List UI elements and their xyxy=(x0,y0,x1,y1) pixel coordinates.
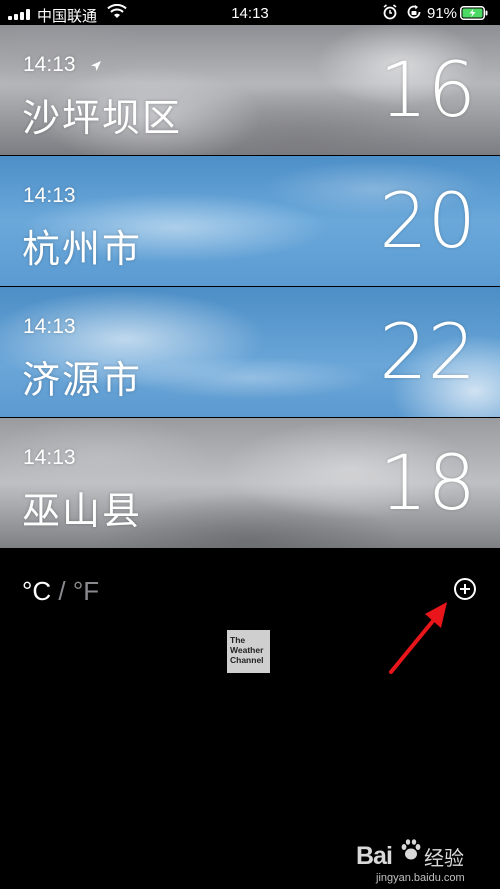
city-row-jiyuan[interactable]: 14:13 济源市 22 xyxy=(0,287,500,417)
city-row-wushan[interactable]: 14:13 巫山县 18 xyxy=(0,418,500,548)
status-bar: 中国联通 14:13 91% xyxy=(0,0,500,28)
unit-separator: / xyxy=(58,576,66,606)
celsius-option[interactable]: °C xyxy=(22,576,51,606)
watermark-brand: Bai xyxy=(356,842,393,870)
city-local-time: 14:13 xyxy=(23,53,76,76)
battery-charging-icon xyxy=(460,6,488,20)
add-city-icon[interactable] xyxy=(454,578,476,600)
unit-toggle[interactable]: °C / °F xyxy=(22,576,99,607)
watermark-brand-jingyan: 经验 xyxy=(424,846,464,870)
alarm-icon xyxy=(382,4,398,24)
city-name: 沙坪坝区 xyxy=(22,96,183,140)
logo-line: Channel xyxy=(230,655,264,665)
baidu-jingyan-watermark: Bai 经验 jingyan.baidu.com xyxy=(356,828,486,884)
paw-icon xyxy=(401,839,421,860)
city-temperature: 22 xyxy=(379,307,476,396)
city-row-hangzhou[interactable]: 14:13 杭州市 20 xyxy=(0,156,500,286)
city-name: 杭州市 xyxy=(22,227,143,271)
annotation-arrow-icon xyxy=(389,602,447,674)
city-row-shapingba[interactable]: 14:13 沙坪坝区 16 xyxy=(0,25,500,155)
city-local-time: 14:13 xyxy=(23,446,76,469)
fahrenheit-option[interactable]: °F xyxy=(73,576,99,606)
orientation-lock-icon xyxy=(406,4,422,24)
city-temperature: 18 xyxy=(379,438,476,527)
city-temperature: 16 xyxy=(379,45,476,134)
location-arrow-icon xyxy=(90,59,102,77)
city-name: 济源市 xyxy=(22,358,143,402)
logo-line: Weather xyxy=(230,645,264,655)
city-local-time: 14:13 xyxy=(23,184,76,207)
battery-percent: 91% xyxy=(427,5,458,22)
logo-line: The xyxy=(230,635,246,645)
city-local-time: 14:13 xyxy=(23,315,76,338)
status-time: 14:13 xyxy=(231,5,269,22)
city-name: 巫山县 xyxy=(22,489,143,533)
city-temperature: 20 xyxy=(379,176,476,265)
weather-channel-logo[interactable]: The Weather Channel xyxy=(227,630,270,673)
watermark-url: jingyan.baidu.com xyxy=(376,872,465,884)
